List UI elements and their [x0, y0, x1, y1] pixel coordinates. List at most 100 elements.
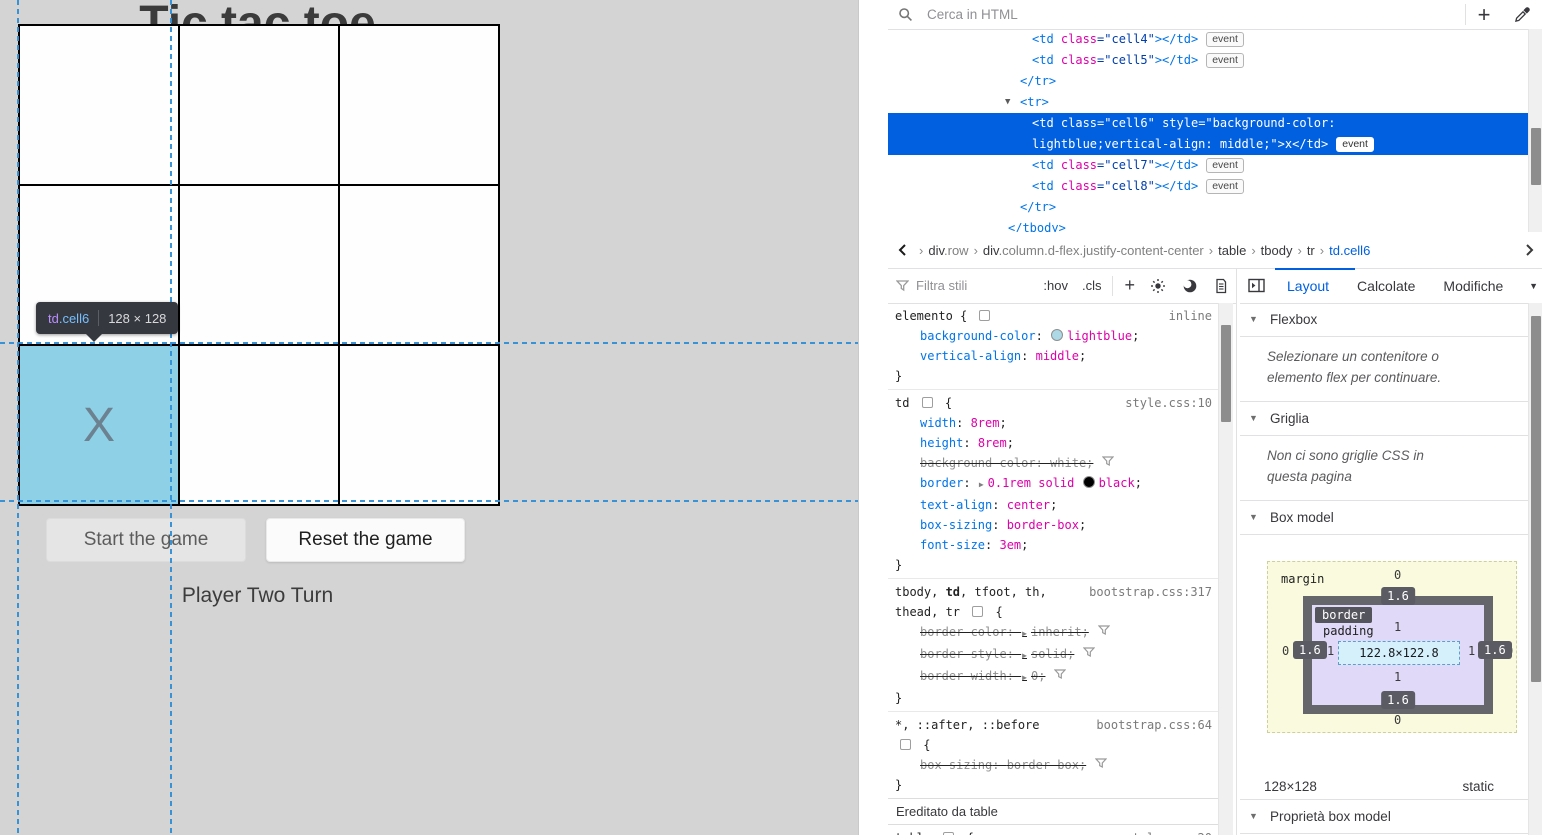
- property-value[interactable]: inherit: [1031, 625, 1082, 639]
- property-name[interactable]: background-color: [920, 456, 1036, 470]
- markup-line-selected[interactable]: lightblue;vertical-align: middle;">x</td…: [888, 134, 1528, 155]
- markup-line[interactable]: <td class="cell8"></td>event: [888, 176, 1528, 197]
- section-flexbox-header[interactable]: ▼Flexbox: [1240, 303, 1528, 337]
- twisty-icon[interactable]: ▼: [1249, 501, 1258, 534]
- property-value[interactable]: 8rem: [978, 436, 1007, 450]
- padding-bottom-value[interactable]: 1: [1394, 670, 1401, 684]
- rules-scrollbar-thumb[interactable]: [1221, 325, 1231, 422]
- add-node-button[interactable]: +: [1466, 2, 1502, 28]
- color-swatch-icon[interactable]: [1083, 476, 1095, 488]
- color-swatch-icon[interactable]: [1051, 329, 1063, 341]
- breadcrumb-scroll-right-icon[interactable]: [1522, 242, 1536, 258]
- filter-styles-input[interactable]: Filtra stili: [916, 278, 1036, 293]
- rules-scrollbar[interactable]: [1218, 303, 1233, 835]
- rule-selector[interactable]: td {style.css:10: [888, 393, 1218, 413]
- breadcrumb-item-div-row[interactable]: div.row: [928, 243, 968, 258]
- property-name[interactable]: box-sizing: [920, 758, 992, 772]
- property-value[interactable]: middle: [1036, 349, 1079, 363]
- tabs-overflow-dropdown-icon[interactable]: ▼: [1529, 281, 1538, 291]
- light-theme-icon[interactable]: [1150, 278, 1166, 294]
- property-value[interactable]: border-box: [1007, 518, 1079, 532]
- board-cell-0[interactable]: [20, 26, 178, 184]
- board-cell-1[interactable]: [180, 26, 338, 184]
- add-rule-button[interactable]: +: [1124, 275, 1135, 296]
- markup-scrollbar-thumb[interactable]: [1531, 128, 1541, 185]
- rule-selector[interactable]: elemento { inline: [888, 306, 1218, 326]
- pseudo-class-button[interactable]: :hov: [1043, 278, 1068, 293]
- rule-selector[interactable]: *, ::after, ::beforebootstrap.css:64: [888, 715, 1218, 735]
- property-value[interactable]: 0.1rem solid: [988, 476, 1075, 490]
- border-left-value[interactable]: 1.6: [1293, 641, 1327, 659]
- property-value[interactable]: black: [1099, 476, 1135, 490]
- event-badge[interactable]: event: [1206, 32, 1244, 47]
- css-declaration[interactable]: background-color: white;: [888, 453, 1218, 473]
- twisty-icon[interactable]: ▼: [1249, 303, 1258, 336]
- property-name[interactable]: box-sizing: [920, 518, 992, 532]
- rule-selector[interactable]: {: [888, 735, 1218, 755]
- highlight-selector-icon[interactable]: [972, 606, 983, 617]
- border-top-value[interactable]: 1.6: [1381, 587, 1415, 605]
- board-cell-4[interactable]: [180, 186, 338, 344]
- panel-divider[interactable]: [1236, 268, 1237, 835]
- markup-line[interactable]: </tr>: [888, 197, 1528, 218]
- tab-changes[interactable]: Modifiche: [1443, 278, 1503, 294]
- highlight-selector-icon[interactable]: [900, 739, 911, 750]
- markup-line[interactable]: </tbody>: [888, 218, 1528, 232]
- property-value[interactable]: solid: [1031, 647, 1067, 661]
- css-declaration[interactable]: height: 8rem;: [888, 433, 1218, 453]
- property-value[interactable]: 3em: [999, 538, 1021, 552]
- padding-top-value[interactable]: 1: [1394, 620, 1401, 634]
- layout-scrollbar-thumb[interactable]: [1531, 316, 1541, 682]
- property-value[interactable]: center: [1007, 498, 1050, 512]
- board-cell-7[interactable]: [180, 346, 338, 504]
- box-model-content-size[interactable]: 122.8×122.8: [1338, 641, 1460, 665]
- event-badge[interactable]: event: [1206, 179, 1244, 194]
- event-badge[interactable]: event: [1336, 137, 1374, 152]
- property-name[interactable]: border-color: [920, 625, 1007, 639]
- reset-game-button[interactable]: Reset the game: [266, 518, 465, 562]
- section-boxmodel-header[interactable]: ▼Box model: [1240, 501, 1528, 535]
- markup-line[interactable]: ▼<tr>: [888, 92, 1528, 113]
- css-declaration[interactable]: font-size: 3em;: [888, 535, 1218, 555]
- property-value[interactable]: white: [1050, 456, 1086, 470]
- expand-value-icon[interactable]: ▶: [1022, 673, 1027, 682]
- css-declaration[interactable]: box-sizing: border-box;: [888, 515, 1218, 535]
- rule-source-link[interactable]: inline: [1169, 306, 1212, 326]
- event-badge[interactable]: event: [1206, 158, 1244, 173]
- expand-value-icon[interactable]: ▶: [1022, 629, 1027, 638]
- breadcrumb-item-tbody[interactable]: tbody: [1261, 243, 1293, 258]
- property-name[interactable]: font-size: [920, 538, 985, 552]
- start-game-button[interactable]: Start the game: [46, 518, 246, 562]
- eyedropper-icon[interactable]: [1502, 6, 1542, 23]
- property-name[interactable]: width: [920, 416, 956, 430]
- margin-bottom-value[interactable]: 0: [1394, 713, 1401, 727]
- section-boxmodel-properties-header[interactable]: ▼Proprietà box model: [1240, 799, 1528, 834]
- highlight-selector-icon[interactable]: [922, 397, 933, 408]
- markup-line[interactable]: </tr>: [888, 71, 1528, 92]
- breadcrumb-scroll-left-icon[interactable]: [896, 242, 910, 258]
- rule-selector[interactable]: table {style.css:20: [888, 828, 1218, 835]
- margin-left-value[interactable]: 0: [1282, 644, 1289, 658]
- tab-layout[interactable]: Layout: [1287, 278, 1329, 294]
- padding-right-value[interactable]: 1: [1468, 644, 1475, 658]
- board-cell-2[interactable]: [340, 26, 498, 184]
- css-declaration[interactable]: border-style: ▶solid;: [888, 644, 1218, 666]
- rule-source-link[interactable]: style.css:10: [1125, 393, 1212, 413]
- expand-value-icon[interactable]: ▶: [1022, 651, 1027, 660]
- css-declaration[interactable]: border-color: ▶inherit;: [888, 622, 1218, 644]
- tab-computed[interactable]: Calcolate: [1357, 278, 1415, 294]
- twisty-icon[interactable]: ▼: [1249, 800, 1258, 833]
- dark-theme-icon[interactable]: [1182, 278, 1198, 294]
- sidebar-toggle-icon[interactable]: [1248, 278, 1265, 293]
- property-name[interactable]: vertical-align: [920, 349, 1021, 363]
- devtools-splitter[interactable]: [858, 0, 889, 835]
- css-declaration[interactable]: vertical-align: middle;: [888, 346, 1218, 366]
- css-declaration[interactable]: border: ▶0.1rem solid black;: [888, 473, 1218, 495]
- board-cell-8[interactable]: [340, 346, 498, 504]
- markup-scrollbar[interactable]: [1528, 29, 1542, 232]
- class-toggle-button[interactable]: .cls: [1082, 278, 1102, 293]
- property-name[interactable]: border: [920, 476, 963, 490]
- print-simulation-icon[interactable]: [1214, 278, 1228, 294]
- layout-scrollbar[interactable]: [1528, 303, 1542, 835]
- property-name[interactable]: height: [920, 436, 963, 450]
